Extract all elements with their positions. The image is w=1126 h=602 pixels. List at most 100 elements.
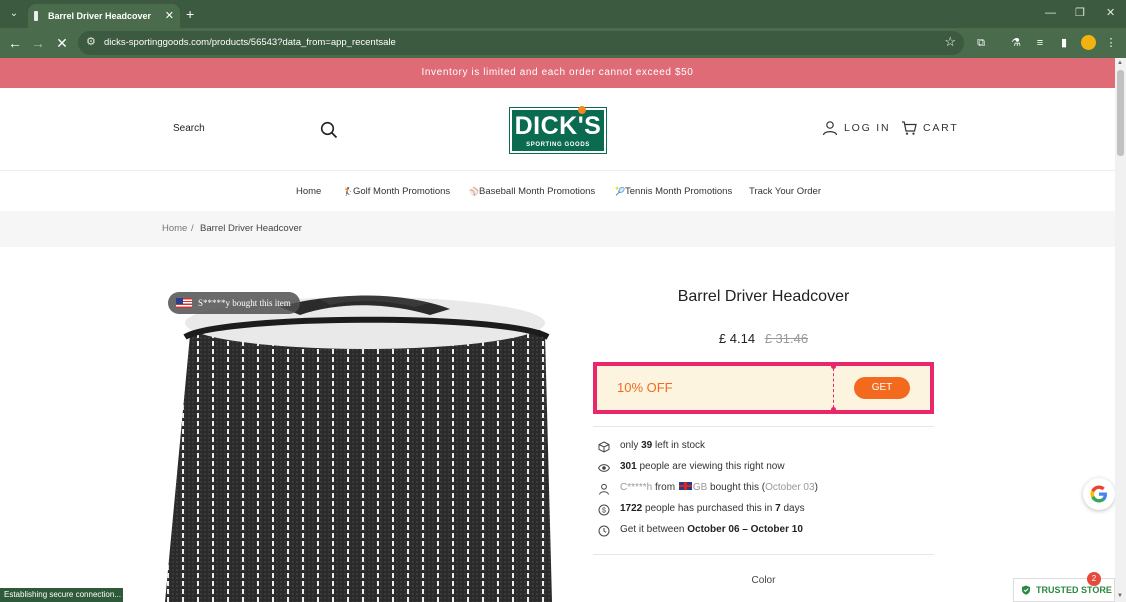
profile-avatar[interactable] <box>1081 35 1096 50</box>
extensions-puzzle-icon[interactable]: ⧉ <box>973 35 989 51</box>
tennis-icon: 🎾 <box>615 187 625 196</box>
breadcrumb: Home / Barrel Driver Headcover <box>0 211 1115 247</box>
side-panel-icon[interactable]: ▮ <box>1056 35 1072 51</box>
buyer-mid: bought this ( <box>707 482 766 493</box>
scroll-down-arrow-icon[interactable]: ▼ <box>1117 593 1123 599</box>
search-input[interactable]: Search <box>173 123 205 134</box>
buyer-close: ) <box>814 482 818 493</box>
nav-baseball-promotions[interactable]: ⚾Baseball Month Promotions <box>469 186 595 197</box>
nav-track-order[interactable]: Track Your Order <box>749 186 821 197</box>
svg-text:$: $ <box>602 508 606 515</box>
google-widget-button[interactable] <box>1083 478 1115 510</box>
address-bar-row: ← → ✕ ⚙ dicks-sportinggoods.com/products… <box>0 28 1126 58</box>
stock-suffix: left in stock <box>652 440 706 451</box>
coupon-notch <box>831 364 836 369</box>
color-label: Color <box>751 575 776 586</box>
us-flag-icon <box>176 298 192 308</box>
get-coupon-button[interactable]: GET <box>854 377 910 399</box>
announcement-bar: Inventory is limited and each order cann… <box>0 58 1115 88</box>
url-text[interactable]: dicks-sportinggoods.com/products/56543?d… <box>104 31 396 55</box>
coupon-divider <box>833 368 834 408</box>
dicks-logo[interactable]: DICK'S SPORTING GOODS <box>509 106 607 154</box>
user-icon <box>599 483 609 495</box>
notification-count-badge: 2 <box>1087 572 1101 586</box>
browser-status-bar: Establishing secure connection... <box>0 588 123 602</box>
trusted-store-label: TRUSTED STORE <box>1036 585 1112 595</box>
coupon-body: 10% OFF GET <box>597 364 930 412</box>
site-header: Search DICK'S SPORTING GOODS LOG IN CART <box>0 88 1115 171</box>
breadcrumb-home[interactable]: Home <box>162 211 187 247</box>
product-image[interactable] <box>160 285 560 602</box>
main-navigation: Home 🏌Golf Month Promotions ⚾Baseball Mo… <box>0 172 1115 211</box>
delivery-prefix: Get it between <box>620 524 688 535</box>
clock-icon <box>598 525 610 537</box>
delivery-start: October 06 <box>687 524 740 535</box>
viewer-suffix: people are viewing this right now <box>636 461 785 472</box>
nav-home[interactable]: Home <box>296 186 321 197</box>
minimize-button[interactable]: — <box>1045 5 1056 21</box>
bookmark-star-icon[interactable]: ☆ <box>944 34 956 50</box>
user-icon <box>822 121 838 136</box>
google-g-icon <box>1090 485 1107 503</box>
nav-tennis-label: Tennis Month Promotions <box>625 186 733 197</box>
restore-button[interactable]: ❐ <box>1075 5 1085 21</box>
nav-baseball-label: Baseball Month Promotions <box>479 186 596 197</box>
site-info-icon[interactable]: ⚙ <box>86 35 96 48</box>
purchase-mid: people has purchased this in <box>642 503 776 514</box>
product-price: £ 4.14 £ 31.46 <box>593 331 934 346</box>
tab-search-chevron-icon[interactable]: ⌄ <box>4 5 24 23</box>
buyer-name: C*****h <box>620 482 653 493</box>
coupon-discount: 10% OFF <box>617 380 673 395</box>
recent-purchase-badge: S*****y bought this item <box>168 292 300 314</box>
divider <box>593 426 934 427</box>
nav-golf-label: Golf Month Promotions <box>353 186 451 197</box>
tab-title: Barrel Driver Headcover <box>48 11 152 21</box>
shield-check-icon <box>1022 585 1030 595</box>
breadcrumb-current: Barrel Driver Headcover <box>200 223 302 234</box>
stop-loading-icon[interactable]: ✕ <box>52 33 72 53</box>
nav-golf-promotions[interactable]: 🏌Golf Month Promotions <box>343 186 450 197</box>
flask-icon[interactable]: ⚗ <box>1008 35 1024 51</box>
nav-track-label: Track Your Order <box>749 186 821 197</box>
delivery-sep: – <box>739 524 751 535</box>
delivery-end: October 10 <box>750 524 803 535</box>
tab-close-icon[interactable]: ✕ <box>165 4 174 28</box>
baseball-icon: ⚾ <box>469 187 479 196</box>
buyer-country: GB <box>692 482 708 493</box>
divider <box>593 554 934 555</box>
media-queue-icon[interactable]: ≡ <box>1032 35 1048 51</box>
eye-icon <box>598 464 610 472</box>
new-tab-button[interactable]: + <box>186 4 194 24</box>
original-price: £ 31.46 <box>764 331 809 346</box>
coupon-notch <box>831 407 836 412</box>
current-price: £ 4.14 <box>718 331 756 346</box>
browser-tab[interactable]: Barrel Driver Headcover ✕ <box>28 4 180 28</box>
scroll-up-arrow-icon[interactable]: ▲ <box>1117 60 1123 66</box>
dollar-icon: $ <box>598 504 610 516</box>
viewer-count: 301 <box>620 461 637 472</box>
purchase-count: 1722 <box>620 503 643 514</box>
discount-coupon: 10% OFF GET <box>593 362 934 414</box>
cart-label: CART <box>923 122 959 134</box>
search-icon[interactable] <box>320 121 338 139</box>
stock-count: 39 <box>641 440 653 451</box>
more-menu-icon[interactable]: ⋮ <box>1103 35 1119 51</box>
nav-home-label: Home <box>296 186 322 197</box>
buyer-from: from <box>652 482 678 493</box>
breadcrumb-separator: / <box>191 223 194 234</box>
forward-arrow-icon[interactable]: → <box>28 33 48 53</box>
window-close-button[interactable]: ✕ <box>1106 5 1115 21</box>
logo-tagline: SPORTING GOODS <box>526 142 590 148</box>
url-field[interactable]: ⚙ dicks-sportinggoods.com/products/56543… <box>78 31 964 55</box>
scrollbar-thumb[interactable] <box>1117 70 1124 156</box>
nav-tennis-promotions[interactable]: 🎾Tennis Month Promotions <box>615 186 732 197</box>
recent-purchase-text: S*****y bought this item <box>198 298 291 308</box>
browser-tab-bar: ⌄ Barrel Driver Headcover ✕ + — ❐ ✕ <box>0 0 1126 28</box>
golfer-icon: 🏌 <box>343 187 353 196</box>
cart-icon <box>902 121 917 135</box>
buyer-date: October 03 <box>765 482 815 493</box>
back-arrow-icon[interactable]: ← <box>5 33 25 53</box>
gb-flag-icon <box>678 482 692 490</box>
box-icon <box>598 441 610 453</box>
purchase-suffix: days <box>780 503 805 514</box>
